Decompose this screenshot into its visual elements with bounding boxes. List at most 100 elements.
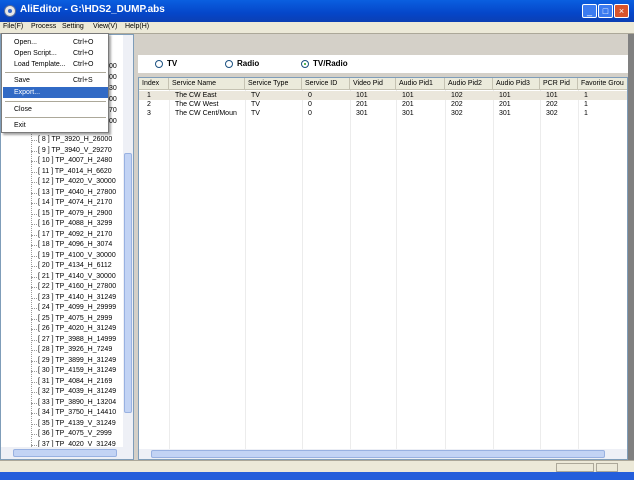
cell-audio-pid3: 301 <box>499 110 511 117</box>
column-divider <box>350 78 351 450</box>
menu-separator <box>5 72 106 73</box>
column-divider <box>245 78 246 450</box>
column-header-video-pid[interactable]: Video Pid <box>350 78 396 90</box>
table-row[interactable]: 3 The CW Cent/Moun TV 0 301 301 302 301 302 1 <box>139 109 627 118</box>
tree-item[interactable]: [ 25 ] TP_4075_H_2999 <box>30 315 112 325</box>
tree-item[interactable]: 00 <box>102 118 117 128</box>
menu-item-label: Exit <box>14 122 26 129</box>
cell-service-id: 0 <box>308 101 312 108</box>
tree-item[interactable]: [ 22 ] TP_4160_H_27800 <box>30 283 116 293</box>
tree-item[interactable]: 00 <box>102 96 117 106</box>
tree-item[interactable]: 30 <box>102 85 117 95</box>
tree-item[interactable]: [ 17 ] TP_4092_H_2170 <box>30 231 112 241</box>
tree-item[interactable]: [ 13 ] TP_4040_H_27800 <box>30 189 116 199</box>
column-header-audio-pid2[interactable]: Audio Pid2 <box>445 78 493 90</box>
menu-item-open[interactable]: Open... Ctrl+O <box>3 37 108 48</box>
menu-file[interactable]: File(F) <box>3 23 23 30</box>
tree-item[interactable]: 70 <box>102 107 117 117</box>
tree-item[interactable]: [ 10 ] TP_4007_H_2480 <box>30 157 112 167</box>
scrollbar-thumb[interactable] <box>124 153 132 413</box>
menu-item-shortcut: Ctrl+O <box>73 50 94 57</box>
tree-item[interactable]: [ 9 ] TP_3940_V_29270 <box>31 147 112 157</box>
tree-item[interactable]: [ 26 ] TP_4020_H_31249 <box>30 325 116 335</box>
column-header-service-type[interactable]: Service Type <box>245 78 302 90</box>
table-row[interactable]: 2 The CW West TV 0 201 201 202 201 202 1 <box>139 100 627 109</box>
tree-item[interactable]: 00 <box>102 63 117 73</box>
menu-help[interactable]: Help(H) <box>125 23 149 30</box>
tree-item[interactable]: [ 20 ] TP_4134_H_6112 <box>31 262 112 272</box>
tree-item[interactable]: [ 36 ] TP_4075_V_2999 <box>31 430 112 440</box>
tree-item[interactable]: [ 16 ] TP_4088_H_3299 <box>30 220 112 230</box>
tree-item[interactable]: [ 33 ] TP_3890_H_13204 <box>30 399 116 409</box>
cell-audio-pid3: 101 <box>499 92 511 99</box>
cell-service-type: TV <box>251 92 260 99</box>
tree-item[interactable]: [ 21 ] TP_4140_V_30000 <box>31 273 116 283</box>
column-header-service-id[interactable]: Service ID <box>302 78 350 90</box>
tree-item[interactable]: [ 30 ] TP_4159_H_31249 <box>30 367 116 377</box>
tree-vertical-scrollbar[interactable] <box>123 35 133 447</box>
window-title: AliEditor - G:\HDS2_DUMP.abs <box>20 4 165 15</box>
cell-index: 2 <box>147 101 151 108</box>
tree-item[interactable]: [ 18 ] TP_4096_H_3074 <box>30 241 112 251</box>
menu-item-shortcut: Ctrl+O <box>73 61 94 68</box>
menu-view[interactable]: View(V) <box>93 23 117 30</box>
column-header-audio-pid1[interactable]: Audio Pid1 <box>396 78 445 90</box>
cell-pcr-pid: 202 <box>546 101 558 108</box>
table-horizontal-scrollbar[interactable] <box>139 449 627 459</box>
column-header-service-name[interactable]: Service Name <box>169 78 245 90</box>
column-header-audio-pid3[interactable]: Audio Pid3 <box>493 78 540 90</box>
tree-item[interactable]: [ 19 ] TP_4100_V_30000 <box>31 252 116 262</box>
minimize-button[interactable]: _ <box>582 4 597 18</box>
cell-audio-pid1: 101 <box>402 92 414 99</box>
tree-item[interactable]: [ 24 ] TP_4099_H_29999 <box>30 304 116 314</box>
tree-item[interactable]: [ 31 ] TP_4084_H_2169 <box>30 378 112 388</box>
column-header-favorite-group[interactable]: Favorite Grou <box>578 78 627 90</box>
menu-item-save[interactable]: Save Ctrl+S <box>3 75 108 86</box>
menu-item-exit[interactable]: Exit <box>3 120 108 131</box>
scrollbar-thumb[interactable] <box>151 450 605 458</box>
cell-favorite-group: 1 <box>584 110 588 117</box>
column-divider <box>396 78 397 450</box>
menu-item-load-template[interactable]: Load Template... Ctrl+O <box>3 59 108 70</box>
tree-item[interactable]: [ 14 ] TP_4074_H_2170 <box>30 199 112 209</box>
radio-circle[interactable] <box>225 60 233 68</box>
menu-item-label: Open... <box>14 39 37 46</box>
tree-item[interactable]: [ 35 ] TP_4139_V_31249 <box>31 420 116 430</box>
menu-item-open-script[interactable]: Open Script... Ctrl+O <box>3 48 108 59</box>
close-button[interactable]: × <box>614 4 629 18</box>
menu-setting[interactable]: Setting <box>62 23 84 30</box>
radio-circle[interactable] <box>155 60 163 68</box>
tree-item[interactable]: 00 <box>102 74 117 84</box>
tree-item[interactable]: [ 29 ] TP_3899_H_31249 <box>30 357 116 367</box>
tree-horizontal-scrollbar[interactable] <box>1 447 133 459</box>
tree-item[interactable]: [ 28 ] TP_3926_H_7249 <box>30 346 112 356</box>
services-table[interactable]: Index Service Name Service Type Service ID V… <box>138 77 628 460</box>
app-icon <box>4 5 16 17</box>
tree-item[interactable]: [ 34 ] TP_3750_H_14410 <box>30 409 116 419</box>
column-header-index[interactable]: Index <box>139 78 169 90</box>
cell-favorite-group: 1 <box>584 101 588 108</box>
tree-item[interactable]: [ 27 ] TP_3988_H_14999 <box>30 336 116 346</box>
menu-item-close[interactable]: Close <box>3 104 108 115</box>
radio-circle[interactable] <box>301 60 309 68</box>
column-header-pcr-pid[interactable]: PCR Pid <box>540 78 578 90</box>
cell-service-name: The CW West <box>175 101 219 108</box>
column-divider <box>493 78 494 450</box>
tree-item[interactable]: [ 11 ] TP_4014_H_6620 <box>31 168 112 178</box>
column-divider <box>540 78 541 450</box>
table-row[interactable]: 1 The CW East TV 0 101 101 102 101 101 1 <box>139 91 627 100</box>
scrollbar-thumb[interactable] <box>13 449 117 457</box>
tree-item[interactable]: [ 15 ] TP_4079_H_2900 <box>30 210 112 220</box>
cell-favorite-group: 1 <box>584 92 588 99</box>
menu-process[interactable]: Process <box>31 23 56 30</box>
cell-audio-pid2: 102 <box>451 92 463 99</box>
cell-audio-pid3: 201 <box>499 101 511 108</box>
tree-item[interactable]: [ 12 ] TP_4020_V_30000 <box>31 178 116 188</box>
tree-item[interactable]: [ 23 ] TP_4140_H_31249 <box>30 294 116 304</box>
maximize-button[interactable]: □ <box>598 4 613 18</box>
cell-index: 1 <box>147 92 151 99</box>
tree-item[interactable]: [ 8 ] TP_3920_H_26000 <box>30 136 112 146</box>
menu-item-export[interactable]: Export... <box>3 87 108 98</box>
tree-item[interactable]: [ 32 ] TP_4039_H_31249 <box>30 388 116 398</box>
taskbar <box>0 472 634 480</box>
